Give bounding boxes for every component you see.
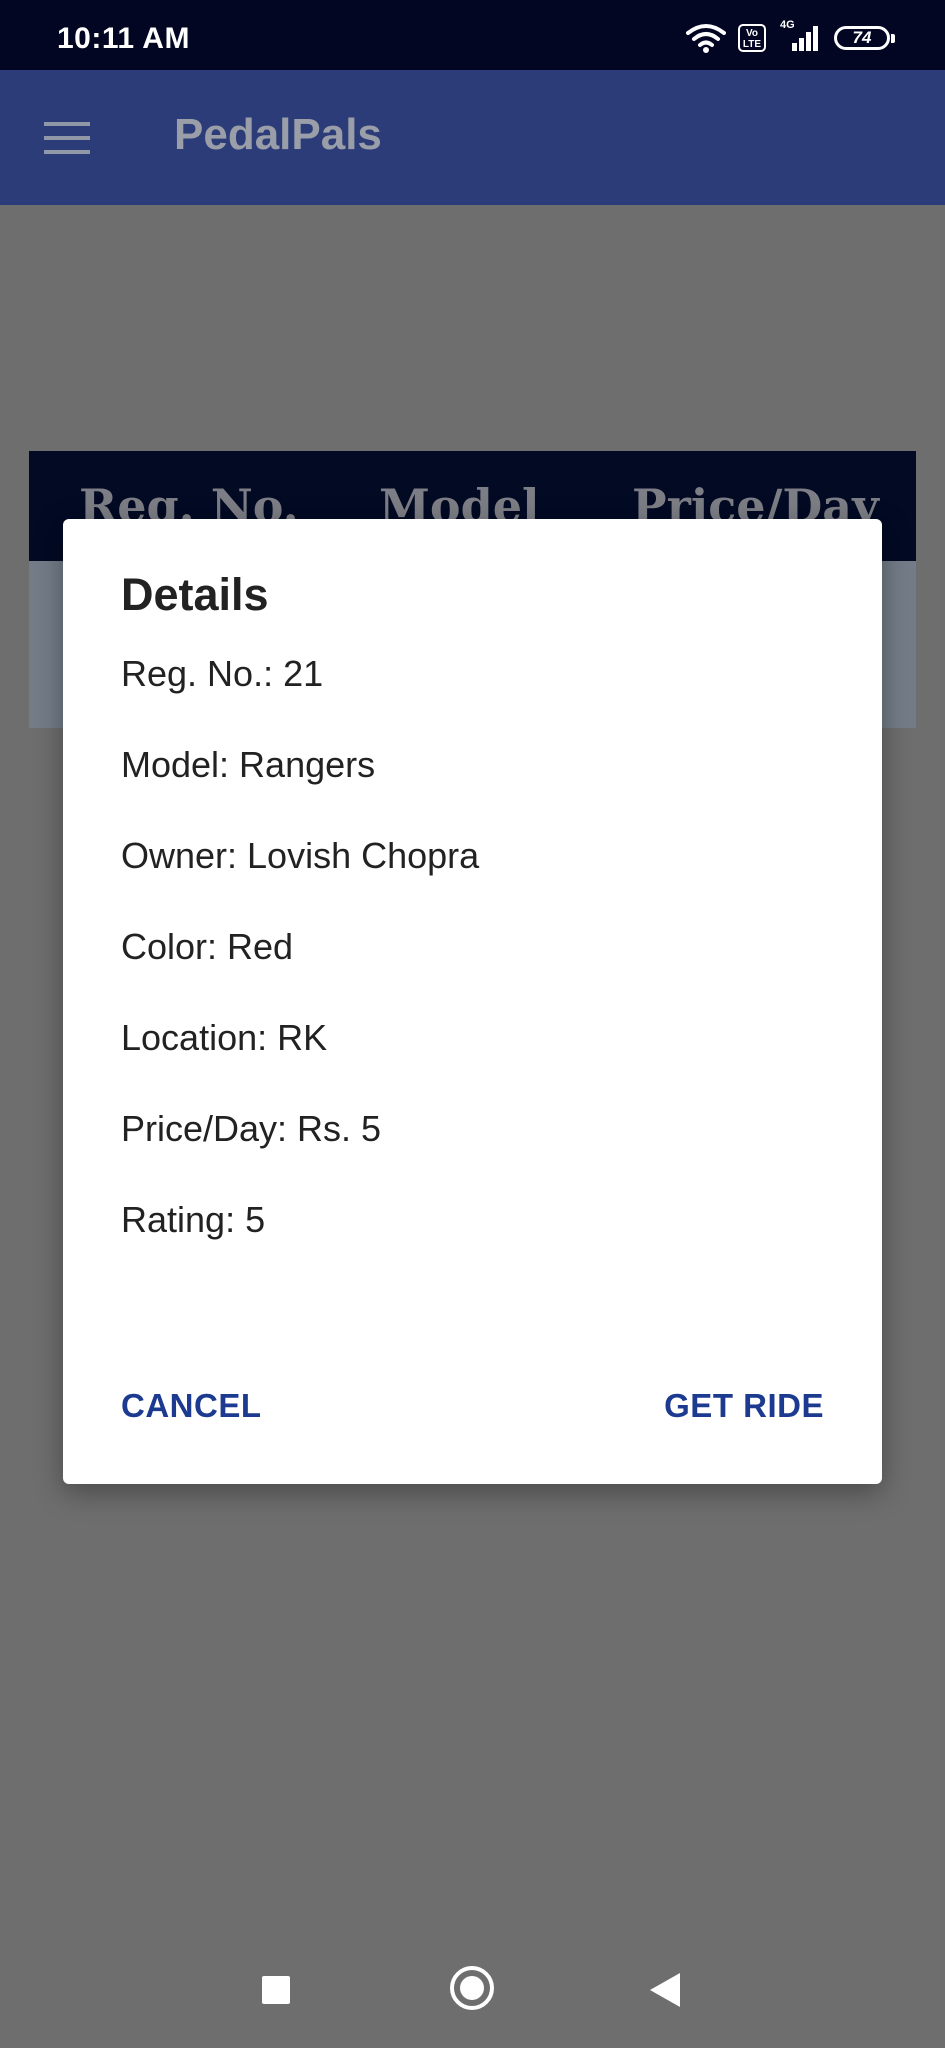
details-dialog: Details Reg. No.: 21 Model: Rangers Owne… <box>63 519 882 1484</box>
hamburger-menu-icon[interactable] <box>44 122 90 154</box>
status-icons: Vo LTE 4G 74 <box>686 19 895 54</box>
app-bar: PedalPals <box>0 70 945 205</box>
battery-icon: 74 <box>834 26 895 50</box>
signal-icon: 4G <box>778 19 822 53</box>
detail-reg-no: Reg. No.: 21 <box>121 653 324 694</box>
detail-owner: Owner: Lovish Chopra <box>121 835 480 876</box>
recents-square-icon[interactable] <box>262 1976 290 2004</box>
volte-icon: Vo LTE <box>738 24 766 52</box>
status-bar: 10:11 AM Vo LTE 4G 74 <box>0 0 945 70</box>
detail-color: Color: Red <box>121 926 294 967</box>
detail-rating: Rating: 5 <box>121 1199 266 1240</box>
status-time: 10:11 AM <box>57 22 190 55</box>
get-ride-button[interactable]: GET RIDE <box>664 1387 824 1425</box>
home-circle-icon[interactable] <box>450 1966 494 2010</box>
wifi-icon <box>686 24 726 53</box>
detail-location: Location: RK <box>121 1017 328 1058</box>
detail-model: Model: Rangers <box>121 744 376 785</box>
app-title: PedalPals <box>174 110 382 159</box>
cancel-button[interactable]: CANCEL <box>121 1387 262 1425</box>
dialog-title: Details <box>121 569 269 620</box>
detail-price: Price/Day: Rs. 5 <box>121 1108 382 1149</box>
back-triangle-icon[interactable] <box>650 1973 680 2007</box>
